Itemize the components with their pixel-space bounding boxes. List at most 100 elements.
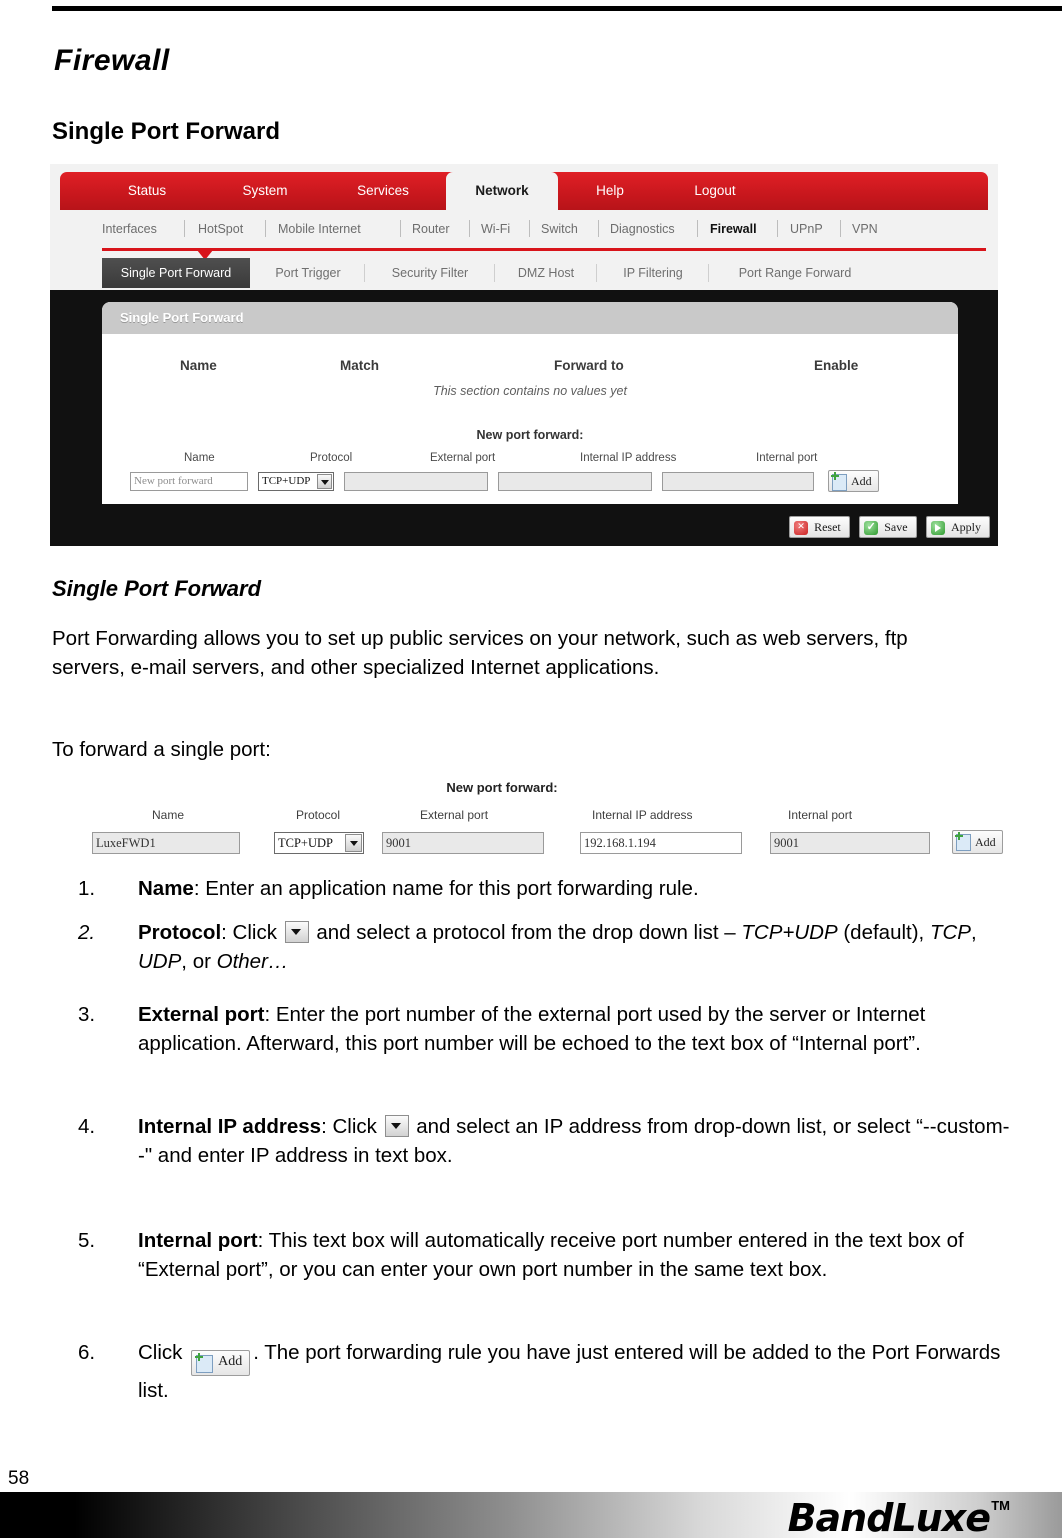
brand-logo: BandLuxe — [787, 1496, 991, 1540]
subnav-divider — [400, 220, 401, 237]
subnav-divider — [529, 220, 530, 237]
step-1-body: : Enter an application name for this por… — [193, 877, 699, 900]
internal-ip-input[interactable] — [498, 472, 652, 491]
add-button-label: Add — [851, 474, 872, 488]
example-form-title: New port forward: — [446, 780, 558, 795]
tab-single-port-forward[interactable]: Single Port Forward — [102, 258, 250, 288]
add-page-icon — [831, 472, 847, 491]
panel-action-buttons: Reset Save Apply — [784, 516, 990, 538]
body-paragraph-1: Port Forwarding allows you to set up pub… — [52, 627, 908, 679]
green-check-icon — [864, 519, 879, 535]
step-2-option-2-suffix: , — [970, 921, 977, 944]
subnav-divider — [598, 220, 599, 237]
example-label-protocol: Protocol — [296, 808, 341, 822]
step-6-number: 6. — [78, 1341, 96, 1364]
field-label-external: External port — [430, 452, 496, 464]
router-chrome: Status System Services Network Help Logo… — [50, 164, 998, 290]
apply-button[interactable]: Apply — [926, 516, 990, 538]
tab-divider — [364, 264, 365, 282]
subnav-wifi[interactable]: Wi-Fi — [481, 216, 510, 242]
step-2-option-1: TCP+UDP — [741, 921, 838, 944]
column-header-enable: Enable — [814, 358, 859, 373]
tab-port-range-forward[interactable]: Port Range Forward — [712, 258, 878, 288]
example-add-button[interactable]: Add — [952, 830, 1003, 854]
subnav-divider — [469, 220, 470, 237]
example-external-port-input[interactable]: 9001 — [382, 832, 544, 854]
subnav-diagnostics[interactable]: Diagnostics — [610, 216, 675, 242]
subnav-divider — [184, 220, 185, 237]
subnav-hotspot[interactable]: HotSpot — [198, 216, 243, 242]
red-x-icon — [794, 518, 809, 535]
add-page-icon — [955, 832, 971, 851]
chevron-down-icon[interactable] — [284, 921, 309, 943]
subnav-firewall[interactable]: Firewall — [710, 216, 757, 242]
subnav-divider — [697, 220, 698, 237]
reset-button[interactable]: Reset — [789, 516, 850, 538]
field-label-protocol: Protocol — [310, 452, 353, 464]
step-2-option-4: Other… — [216, 950, 289, 973]
example-name-input[interactable]: LuxeFWD1 — [92, 832, 240, 854]
subnav-mobile-internet[interactable]: Mobile Internet — [278, 216, 361, 242]
chevron-down-icon[interactable] — [384, 1115, 409, 1137]
add-button-inline[interactable]: Add — [191, 1350, 251, 1376]
field-label-internal-ip: Internal IP address — [580, 452, 677, 464]
nav-tab-status[interactable]: Status — [92, 172, 202, 210]
subnav-router[interactable]: Router — [412, 216, 450, 242]
add-page-icon — [195, 1353, 214, 1373]
example-label-external: External port — [420, 808, 489, 822]
step-2-option-1-suffix: (default), — [837, 921, 930, 944]
step-4-number: 4. — [78, 1115, 96, 1138]
subnav-interfaces[interactable]: Interfaces — [102, 216, 157, 242]
nav-tab-network[interactable]: Network — [446, 172, 558, 210]
top-divider — [52, 6, 1062, 11]
example-protocol-select[interactable]: TCP+UDP — [274, 832, 364, 854]
column-header-forward-to: Forward to — [554, 358, 624, 373]
internal-port-input[interactable] — [662, 472, 814, 491]
tab-port-trigger[interactable]: Port Trigger — [254, 258, 362, 288]
apply-button-label: Apply — [951, 520, 981, 534]
step-1-text: Name: Enter an application name for this… — [138, 874, 1013, 903]
external-port-input[interactable] — [344, 472, 488, 491]
page-title: Firewall — [54, 44, 170, 77]
step-3-text: External port: Enter the port number of … — [138, 1000, 1013, 1058]
nav-tab-help[interactable]: Help — [566, 172, 654, 210]
nav-tab-services[interactable]: Services — [328, 172, 438, 210]
field-label-name: Name — [184, 452, 215, 464]
tab-ip-filtering[interactable]: IP Filtering — [600, 258, 706, 288]
tab-security-filter[interactable]: Security Filter — [368, 258, 492, 288]
trademark-symbol: TM — [991, 1498, 1010, 1513]
tab-divider — [494, 264, 495, 282]
name-input[interactable]: New port forward — [130, 472, 248, 491]
main-navigation: Status System Services Network Help Logo… — [60, 172, 988, 210]
nav-tab-logout[interactable]: Logout — [660, 172, 770, 210]
reset-button-label: Reset — [814, 520, 841, 534]
example-add-label: Add — [975, 835, 996, 849]
example-internal-port-input[interactable]: 9001 — [770, 832, 930, 854]
step-1-term: Name — [138, 877, 194, 900]
step-2-text: Protocol: Click and select a protocol fr… — [138, 918, 1013, 976]
subnav-upnp[interactable]: UPnP — [790, 216, 823, 242]
step-4-before: : Click — [321, 1115, 383, 1138]
step-4-term: Internal IP address — [138, 1115, 322, 1138]
example-internal-ip-input[interactable]: 192.168.1.194 — [580, 832, 742, 854]
protocol-select[interactable]: TCP+UDP — [258, 472, 334, 491]
tab-divider — [596, 264, 597, 282]
subnav-switch[interactable]: Switch — [541, 216, 578, 242]
sub-navigation: Interfaces HotSpot Mobile Internet Route… — [60, 216, 988, 242]
protocol-select-value: TCP+UDP — [262, 475, 311, 487]
router-screenshot: Status System Services Network Help Logo… — [50, 164, 998, 546]
chevron-down-icon — [317, 474, 332, 489]
save-button[interactable]: Save — [859, 516, 917, 538]
subnav-vpn[interactable]: VPN — [852, 216, 878, 242]
step-1-number: 1. — [78, 877, 96, 900]
step-6-before: Click — [138, 1341, 189, 1364]
example-protocol-value: TCP+UDP — [278, 836, 333, 850]
nav-tab-system[interactable]: System — [210, 172, 320, 210]
step-5-text: Internal port: This text box will automa… — [138, 1226, 1013, 1284]
example-form-figure: New port forward: Name Protocol External… — [52, 780, 1010, 862]
step-3-number: 3. — [78, 1003, 96, 1026]
add-button[interactable]: Add — [828, 470, 879, 492]
tab-dmz-host[interactable]: DMZ Host — [498, 258, 594, 288]
step-5-body: : This text box will automatically recei… — [138, 1229, 964, 1281]
green-play-icon — [931, 521, 945, 535]
